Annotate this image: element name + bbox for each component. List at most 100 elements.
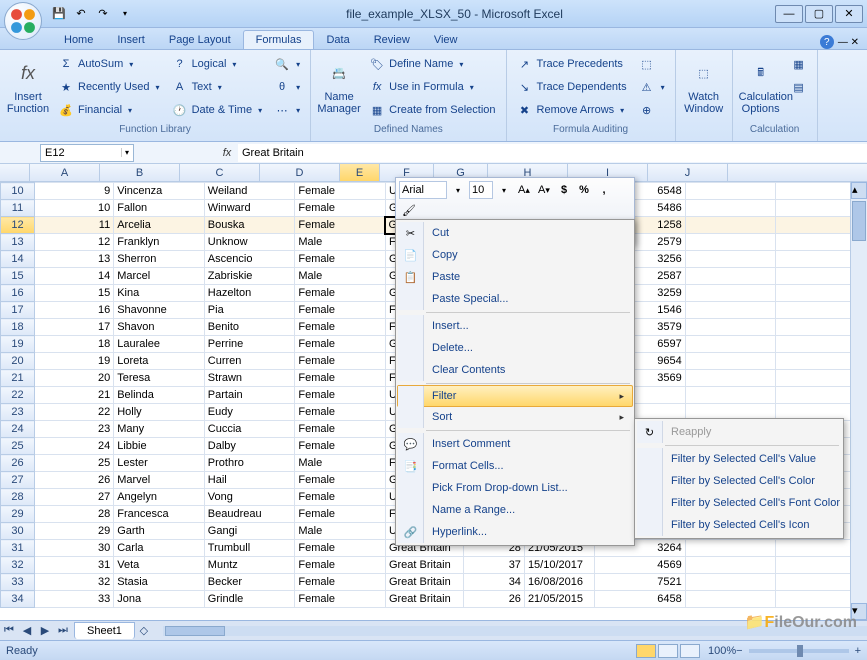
cell[interactable]: Franklyn bbox=[114, 234, 205, 251]
qat-customize-icon[interactable]: ▾ bbox=[116, 5, 134, 23]
name-manager-button[interactable]: 📇 Name Manager bbox=[317, 53, 361, 115]
cell[interactable]: Female bbox=[295, 353, 386, 370]
view-page-break-icon[interactable] bbox=[680, 644, 700, 658]
ctx-reapply[interactable]: ↻Reapply bbox=[637, 421, 841, 443]
cell[interactable]: Female bbox=[295, 421, 386, 438]
ctx-filter-value[interactable]: Filter by Selected Cell's Value bbox=[637, 448, 841, 470]
row-header[interactable]: 33 bbox=[1, 574, 35, 591]
tab-data[interactable]: Data bbox=[314, 31, 361, 49]
vertical-scrollbar[interactable]: ▴ ▾ bbox=[850, 182, 867, 620]
row-header[interactable]: 20 bbox=[1, 353, 35, 370]
cell[interactable]: Female bbox=[295, 404, 386, 421]
help-icon[interactable]: ? bbox=[820, 35, 834, 49]
cell[interactable]: Ascencio bbox=[204, 251, 295, 268]
col-header-J[interactable]: J bbox=[648, 164, 728, 181]
cell[interactable]: 12 bbox=[34, 234, 113, 251]
cell[interactable]: Lester bbox=[114, 455, 205, 472]
cell[interactable]: Female bbox=[295, 285, 386, 302]
cell[interactable]: Partain bbox=[204, 387, 295, 404]
ctx-copy[interactable]: 📄Copy bbox=[398, 244, 632, 266]
cell[interactable]: Female bbox=[295, 489, 386, 506]
row-header[interactable]: 30 bbox=[1, 523, 35, 540]
cell[interactable]: Francesca bbox=[114, 506, 205, 523]
cell[interactable]: 23 bbox=[34, 421, 113, 438]
logical-button[interactable]: ?Logical▾ bbox=[168, 53, 267, 75]
cell[interactable]: Hail bbox=[204, 472, 295, 489]
cell[interactable]: Male bbox=[295, 268, 386, 285]
row-header[interactable]: 23 bbox=[1, 404, 35, 421]
trace-dependents-button[interactable]: ↘Trace Dependents bbox=[513, 76, 631, 98]
row-header[interactable]: 16 bbox=[1, 285, 35, 302]
cell[interactable] bbox=[685, 353, 776, 370]
cell[interactable]: 33 bbox=[34, 591, 113, 608]
scroll-up-icon[interactable]: ▴ bbox=[851, 182, 867, 199]
ctx-clear-contents[interactable]: Clear Contents bbox=[398, 359, 632, 381]
currency-icon[interactable]: $ bbox=[555, 181, 573, 199]
cell[interactable]: Great Britain bbox=[385, 557, 463, 574]
trace-precedents-button[interactable]: ↗Trace Precedents bbox=[513, 53, 631, 75]
close-button[interactable]: ✕ bbox=[835, 5, 863, 23]
lookup-ref-button[interactable]: 🔍▾ bbox=[270, 53, 304, 75]
cell[interactable]: 30 bbox=[34, 540, 113, 557]
cell[interactable]: Teresa bbox=[114, 370, 205, 387]
calculate-sheet-button[interactable]: ▤ bbox=[787, 76, 811, 98]
cell[interactable]: Female bbox=[295, 557, 386, 574]
sheet-nav-next-icon[interactable]: ▶ bbox=[36, 624, 54, 637]
watch-window-button[interactable]: ⬚ Watch Window bbox=[682, 53, 726, 115]
date-time-button[interactable]: 🕐Date & Time▾ bbox=[168, 99, 267, 121]
cell[interactable]: 6458 bbox=[595, 591, 686, 608]
row-header[interactable]: 26 bbox=[1, 455, 35, 472]
office-button[interactable] bbox=[4, 2, 42, 40]
row-header[interactable]: 29 bbox=[1, 506, 35, 523]
cell[interactable]: 31 bbox=[34, 557, 113, 574]
cell[interactable]: 24 bbox=[34, 438, 113, 455]
cell[interactable]: Great Britain bbox=[385, 574, 463, 591]
cell[interactable]: Cuccia bbox=[204, 421, 295, 438]
ctx-filter-icon[interactable]: Filter by Selected Cell's Icon bbox=[637, 514, 841, 536]
recently-used-button[interactable]: ★Recently Used▾ bbox=[54, 76, 164, 98]
ctx-name-range[interactable]: Name a Range... bbox=[398, 499, 632, 521]
cell[interactable]: Female bbox=[295, 438, 386, 455]
cell[interactable]: 7521 bbox=[595, 574, 686, 591]
cell[interactable] bbox=[685, 370, 776, 387]
cell[interactable]: 18 bbox=[34, 336, 113, 353]
sheet-nav-last-icon[interactable]: ⏭ bbox=[54, 624, 72, 637]
shrink-font-icon[interactable]: A▾ bbox=[535, 181, 553, 199]
ctx-paste[interactable]: 📋Paste bbox=[398, 266, 632, 288]
row-header[interactable]: 22 bbox=[1, 387, 35, 404]
ctx-filter-font-color[interactable]: Filter by Selected Cell's Font Color bbox=[637, 492, 841, 514]
row-header[interactable]: 12 bbox=[1, 217, 35, 234]
cell[interactable]: Prothro bbox=[204, 455, 295, 472]
cell[interactable] bbox=[685, 387, 776, 404]
col-header-D[interactable]: D bbox=[260, 164, 340, 181]
row-header[interactable]: 34 bbox=[1, 591, 35, 608]
cell[interactable]: Zabriskie bbox=[204, 268, 295, 285]
col-header-A[interactable]: A bbox=[30, 164, 100, 181]
cell[interactable]: Shavon bbox=[114, 319, 205, 336]
cell[interactable]: Unknow bbox=[204, 234, 295, 251]
row-header[interactable]: 14 bbox=[1, 251, 35, 268]
cell[interactable] bbox=[685, 302, 776, 319]
cell[interactable]: Female bbox=[295, 183, 386, 200]
cell[interactable]: Female bbox=[295, 251, 386, 268]
cell[interactable]: Beaudreau bbox=[204, 506, 295, 523]
zoom-in-icon[interactable]: + bbox=[855, 645, 861, 657]
row-header[interactable]: 19 bbox=[1, 336, 35, 353]
zoom-out-icon[interactable]: − bbox=[736, 645, 742, 657]
show-formulas-button[interactable]: ⬚ bbox=[635, 53, 669, 75]
cell[interactable]: Veta bbox=[114, 557, 205, 574]
calculate-now-button[interactable]: ▦ bbox=[787, 53, 811, 75]
cell[interactable]: Female bbox=[295, 319, 386, 336]
cell[interactable]: Muntz bbox=[204, 557, 295, 574]
new-sheet-icon[interactable]: ◇ bbox=[135, 624, 153, 637]
ctx-delete[interactable]: Delete... bbox=[398, 337, 632, 359]
tab-formulas[interactable]: Formulas bbox=[243, 30, 315, 49]
view-normal-icon[interactable] bbox=[636, 644, 656, 658]
cell[interactable] bbox=[685, 540, 776, 557]
cell[interactable]: Female bbox=[295, 370, 386, 387]
name-box[interactable]: E12 ▾ bbox=[40, 144, 134, 162]
remove-arrows-button[interactable]: ✖Remove Arrows▾ bbox=[513, 99, 631, 121]
insert-function-button[interactable]: fx Insert Function bbox=[6, 53, 50, 115]
cell[interactable]: 13 bbox=[34, 251, 113, 268]
tab-home[interactable]: Home bbox=[52, 31, 105, 49]
